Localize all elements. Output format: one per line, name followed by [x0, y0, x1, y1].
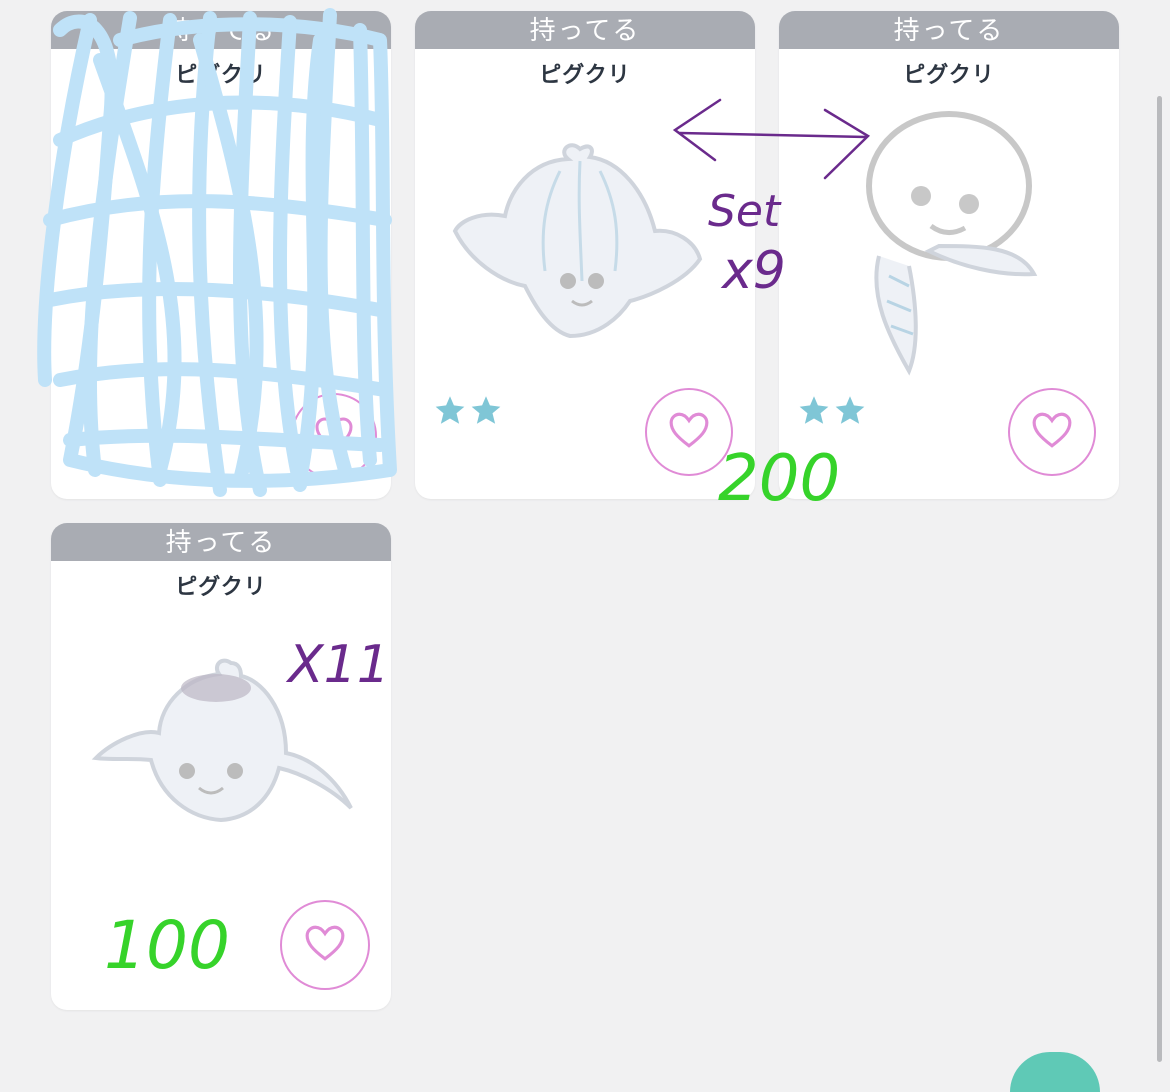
brand-label: ピグクリ: [539, 63, 631, 88]
rarity-stars: [433, 395, 503, 425]
heart-icon: [668, 411, 710, 453]
brand-label: ピグクリ: [175, 575, 267, 600]
brand-label: ピグクリ: [175, 63, 267, 88]
star-icon: [471, 396, 501, 424]
favorite-button[interactable]: [1008, 388, 1096, 476]
favorite-button[interactable]: [291, 393, 377, 479]
floating-action-button[interactable]: [1010, 1052, 1100, 1092]
favorite-button[interactable]: [645, 388, 733, 476]
owned-banner: 持ってる: [415, 11, 755, 49]
brand-label: ピグクリ: [903, 63, 995, 88]
item-card[interactable]: 持ってる ピグクリ: [51, 523, 391, 1010]
favorite-button[interactable]: [280, 900, 370, 990]
owned-banner: 持ってる: [779, 11, 1119, 49]
scrollbar[interactable]: [1157, 96, 1162, 1062]
owned-banner: 持ってる: [51, 11, 391, 49]
hair-item-image: [452, 143, 703, 339]
rarity-stars: [797, 395, 867, 425]
heart-icon: [1031, 411, 1073, 453]
star-icon: [435, 396, 465, 424]
heart-icon: [314, 416, 354, 456]
star-icon: [835, 396, 865, 424]
item-card[interactable]: 持ってる ピグクリ: [779, 11, 1119, 499]
item-card[interactable]: 持ってる ピグクリ: [415, 11, 755, 499]
item-card[interactable]: 持ってる ピグクリ: [51, 11, 391, 499]
braid-item-image: [866, 111, 1038, 376]
hair-item-image: [91, 658, 353, 823]
heart-icon: [304, 924, 346, 966]
owned-banner: 持ってる: [51, 523, 391, 561]
star-icon: [799, 396, 829, 424]
